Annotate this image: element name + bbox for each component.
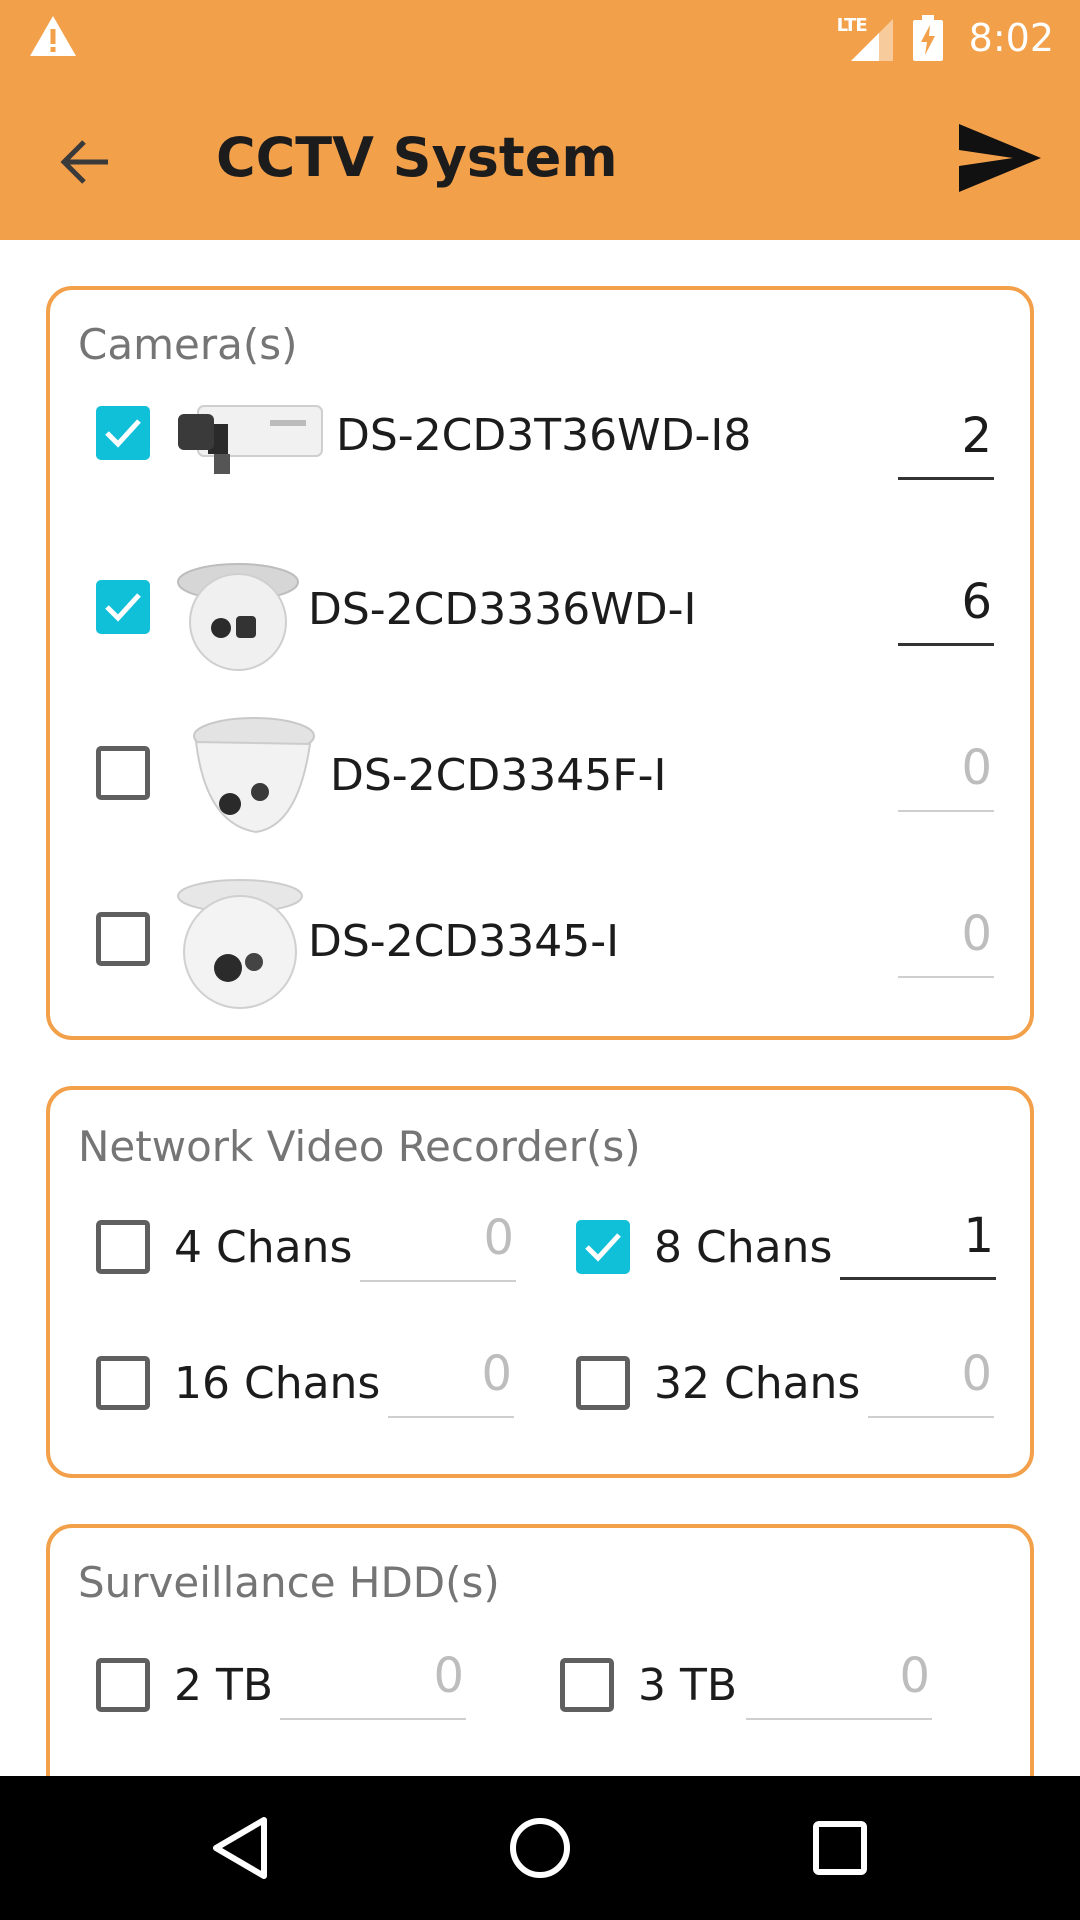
turret-camera-image [177, 563, 299, 671]
battery-charging-icon [912, 15, 943, 61]
camera-section-title: Camera(s) [78, 320, 298, 369]
nav-back-button[interactable] [204, 1812, 276, 1884]
turret-camera-white-image [177, 879, 303, 1009]
camera-qty-input[interactable]: 0 [898, 906, 994, 978]
content-scroll[interactable]: Camera(s) DS-2CD3T36WD-I8 2 DS-2CD3336WD… [0, 240, 1080, 1776]
camera-qty-input[interactable]: 2 [898, 408, 994, 480]
hdd-checkbox[interactable] [96, 1658, 150, 1712]
dome-camera-image [193, 717, 315, 834]
status-indicators: LTE 8:02 [837, 12, 1054, 64]
nav-recents-icon [813, 1821, 867, 1875]
camera-checkbox[interactable] [96, 912, 150, 966]
nav-home-icon [510, 1818, 570, 1878]
camera-checkbox[interactable] [96, 580, 150, 634]
send-icon [959, 124, 1041, 192]
nvr-checkbox[interactable] [96, 1356, 150, 1410]
camera-card: Camera(s) DS-2CD3T36WD-I8 2 DS-2CD3336WD… [46, 286, 1034, 1040]
camera-checkbox[interactable] [96, 746, 150, 800]
nvr-checkbox[interactable] [576, 1356, 630, 1410]
hdd-section-title: Surveillance HDD(s) [78, 1558, 500, 1607]
clock: 8:02 [968, 16, 1054, 60]
back-button[interactable] [48, 126, 120, 198]
camera-qty-input[interactable]: 6 [898, 574, 994, 646]
nvr-checkbox[interactable] [96, 1220, 150, 1274]
hdd-qty-input[interactable]: 0 [746, 1648, 932, 1720]
nvr-label: 4 Chans [174, 1222, 353, 1273]
nvr-section-title: Network Video Recorder(s) [78, 1122, 641, 1171]
camera-label: DS-2CD3345F-I [330, 750, 667, 801]
nvr-label: 8 Chans [654, 1222, 833, 1273]
nav-recents-button[interactable] [804, 1812, 876, 1884]
send-button[interactable] [954, 116, 1046, 200]
bullet-camera-image [178, 405, 323, 474]
nav-home-button[interactable] [504, 1812, 576, 1884]
nvr-checkbox[interactable] [576, 1220, 630, 1274]
camera-label: DS-2CD3345-I [308, 916, 620, 967]
nvr-qty-input[interactable]: 0 [388, 1346, 514, 1418]
hdd-label: 3 TB [638, 1660, 738, 1711]
hdd-qty-input[interactable]: 0 [280, 1648, 466, 1720]
nvr-label: 16 Chans [174, 1358, 381, 1409]
nvr-label: 32 Chans [654, 1358, 861, 1409]
hdd-checkbox[interactable] [560, 1658, 614, 1712]
app-bar: CCTV System [0, 74, 1080, 240]
hdd-label: 2 TB [174, 1660, 274, 1711]
camera-checkbox[interactable] [96, 406, 150, 460]
nvr-card: Network Video Recorder(s) 4 Chans 0 8 Ch… [46, 1086, 1034, 1478]
warning-triangle-icon [30, 16, 76, 56]
signal-icon: LTE [837, 15, 893, 61]
hdd-card: Surveillance HDD(s) 2 TB 0 3 TB 0 [46, 1524, 1034, 1776]
nav-back-icon [213, 1817, 267, 1879]
navigation-bar [0, 1776, 1080, 1920]
camera-label: DS-2CD3336WD-I [308, 584, 697, 635]
camera-label: DS-2CD3T36WD-I8 [336, 410, 752, 461]
nvr-qty-input[interactable]: 0 [360, 1210, 516, 1282]
nvr-qty-input[interactable]: 1 [840, 1208, 996, 1280]
camera-qty-input[interactable]: 0 [898, 740, 994, 812]
arrow-back-icon [60, 140, 108, 184]
nvr-qty-input[interactable]: 0 [868, 1346, 994, 1418]
status-bar: LTE 8:02 [0, 0, 1080, 74]
page-title: CCTV System [216, 126, 618, 189]
